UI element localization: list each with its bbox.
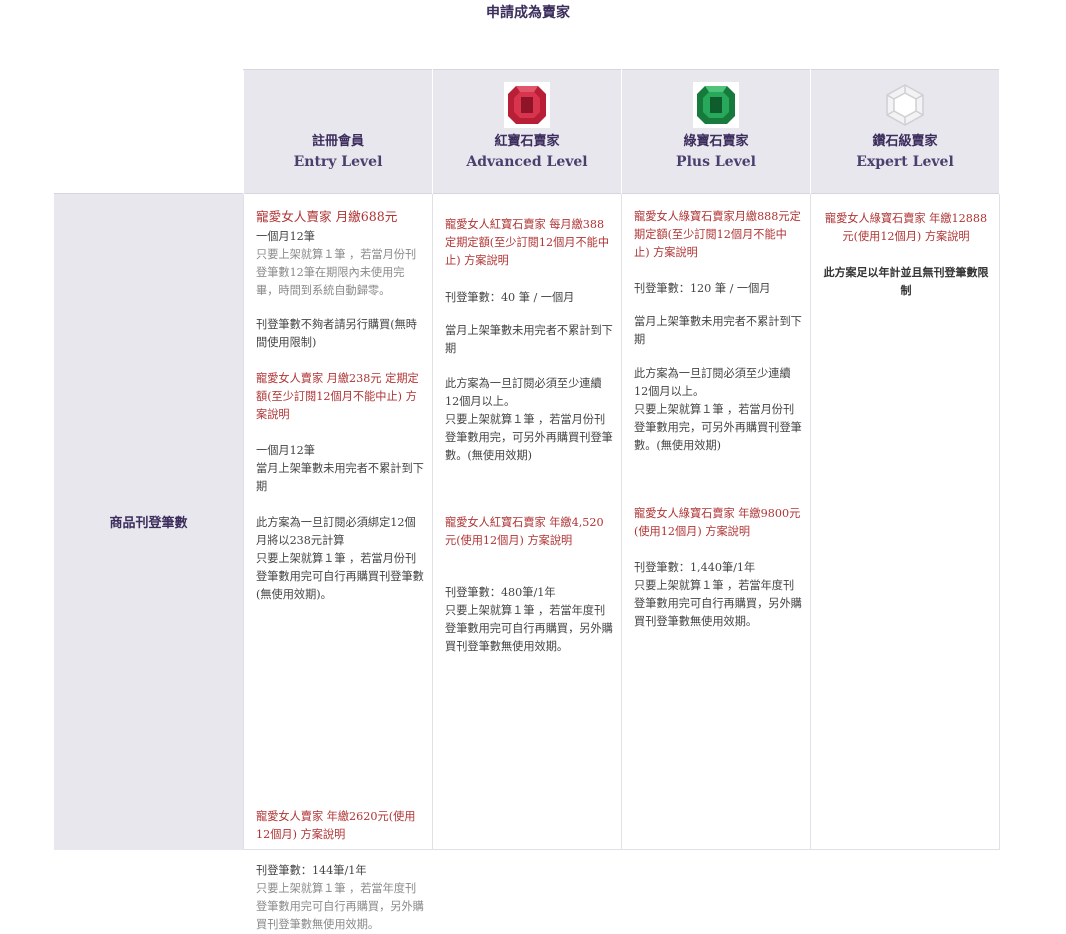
emerald-icon <box>693 82 739 128</box>
plan-name-zh: 註冊會員 <box>311 134 364 149</box>
row-label-listing-count: 商品刊登筆數 <box>54 193 244 850</box>
cell-advanced-level: 寵愛女人紅寶石賣家 每月繳388 定期定額(至少訂閱12個月不能中止) 方案說明… <box>432 193 622 850</box>
plan-link-emerald-yearly-9800[interactable]: 寵愛女人綠寶石賣家 年繳9800元(使用12個月) 方案說明 <box>634 505 802 541</box>
diamond-icon <box>886 84 924 126</box>
plan-link-diamond-yearly-12888[interactable]: 寵愛女人綠寶石賣家 年繳12888元(使用12個月) 方案說明 <box>821 210 991 246</box>
ruby-terms: 此方案為一旦訂閱必須至少連續12個月以上。 只要上架就算１筆 ，若當月份刊登筆數… <box>445 377 613 462</box>
ruby-quota-text: 刊登筆數：40 筆 / 一個月 <box>445 291 575 304</box>
entry-yearly-quota: 刊登筆數：144筆/1年 <box>256 864 367 877</box>
plan-name-zh: 鑽石級賣家 <box>872 134 938 149</box>
plan-name-en: Expert Level <box>856 154 954 170</box>
emerald-yearly-terms: 刊登筆數：1,440筆/1年 只要上架就算１筆 ，若當年度刊登筆數用完可自行再購… <box>634 561 802 628</box>
entry-extra-purchase-note: 刊登筆數不夠者請另行購買(無時間使用限制) <box>256 318 417 349</box>
entry-quota-text: 一個月12筆 <box>256 230 315 243</box>
emerald-quota-text: 刊登筆數：120 筆 / 一個月 <box>634 282 771 295</box>
entry-yearly-note: 只要上架就算１筆 ，若當年度刊登筆數用完可自行再購買，另外購買刊登筆數無使用效期… <box>256 882 424 931</box>
ruby-icon <box>504 82 550 128</box>
plan-name-en: Advanced Level <box>466 154 588 170</box>
page-title: 申請成為賣家 <box>486 5 570 21</box>
plan-link-emerald-monthly-888[interactable]: 寵愛女人綠寶石賣家月繳888元定期定額(至少訂閱12個月不能中止) 方案說明 <box>634 208 802 262</box>
cell-entry-level: 寵愛女人賣家 月繳688元 一個月12筆 只要上架就算１筆 ，若當月份刊登筆數1… <box>243 193 433 931</box>
plan-name-zh: 綠寶石賣家 <box>683 134 749 149</box>
plan-header-row: 註冊會員 Entry Level 紅寶石賣家 Advanced Level 綠寶… <box>54 69 1000 194</box>
listing-count-row: 商品刊登筆數 寵愛女人賣家 月繳688元 一個月12筆 只要上架就算１筆 ，若當… <box>54 193 1000 931</box>
entry-monthly-238-terms: 此方案為一旦訂閱必須綁定12個月將以238元計算 只要上架就算１筆 ，若當月份刊… <box>256 516 424 601</box>
plan-header-ruby: 紅寶石賣家 Advanced Level <box>432 69 622 194</box>
plan-comparison-table: 註冊會員 Entry Level 紅寶石賣家 Advanced Level 綠寶… <box>54 69 1000 931</box>
cell-expert-level: 寵愛女人綠寶石賣家 年繳12888元(使用12個月) 方案說明 此方案足以年計並… <box>810 193 1000 850</box>
ruby-yearly-terms: 刊登筆數：480筆/1年 只要上架就算１筆 ，若當年度刊登筆數用完可自行再購買，… <box>445 586 613 653</box>
plan-link-ruby-yearly-4520[interactable]: 寵愛女人紅寶石賣家 年繳4,520元(使用12個月) 方案說明 <box>445 514 613 550</box>
plan-link-ruby-monthly-388[interactable]: 寵愛女人紅寶石賣家 每月繳388 定期定額(至少訂閱12個月不能中止) 方案說明 <box>445 216 613 270</box>
ruby-carry-note: 當月上架筆數未用完者不累計到下期 <box>445 324 613 355</box>
entry-monthly-238-quota: 一個月12筆 當月上架筆數未用完者不累計到下期 <box>256 444 424 493</box>
diamond-unlimited-note: 此方案足以年計並且無刊登筆數限制 <box>823 266 989 297</box>
plan-link-monthly-688[interactable]: 寵愛女人賣家 月繳688元 <box>256 208 424 226</box>
plan-header-entry: 註冊會員 Entry Level <box>243 69 433 194</box>
emerald-terms: 此方案為一旦訂閱必須至少連續12個月以上。 只要上架就算１筆 ，若當月份刊登筆數… <box>634 367 802 452</box>
cell-plus-level: 寵愛女人綠寶石賣家月繳888元定期定額(至少訂閱12個月不能中止) 方案說明 刊… <box>621 193 811 850</box>
plan-link-yearly-2620[interactable]: 寵愛女人賣家 年繳2620元(使用12個月) 方案說明 <box>256 808 424 844</box>
table-corner <box>54 69 244 194</box>
plan-link-monthly-238[interactable]: 寵愛女人賣家 月繳238元 定期定額(至少訂閱12個月不能中止) 方案說明 <box>256 370 424 424</box>
entry-usage-note: 只要上架就算１筆 ，若當月份刊登筆數12筆在期限內未使用完畢，時間到系統自動歸零… <box>256 248 417 297</box>
plan-header-diamond: 鑽石級賣家 Expert Level <box>810 69 1000 194</box>
plan-header-emerald: 綠寶石賣家 Plus Level <box>621 69 811 194</box>
plan-name-en: Entry Level <box>293 154 383 170</box>
plan-name-zh: 紅寶石賣家 <box>494 134 560 149</box>
emerald-carry-note: 當月上架筆數未用完者不累計到下期 <box>634 315 802 346</box>
plan-name-en: Plus Level <box>676 154 756 170</box>
